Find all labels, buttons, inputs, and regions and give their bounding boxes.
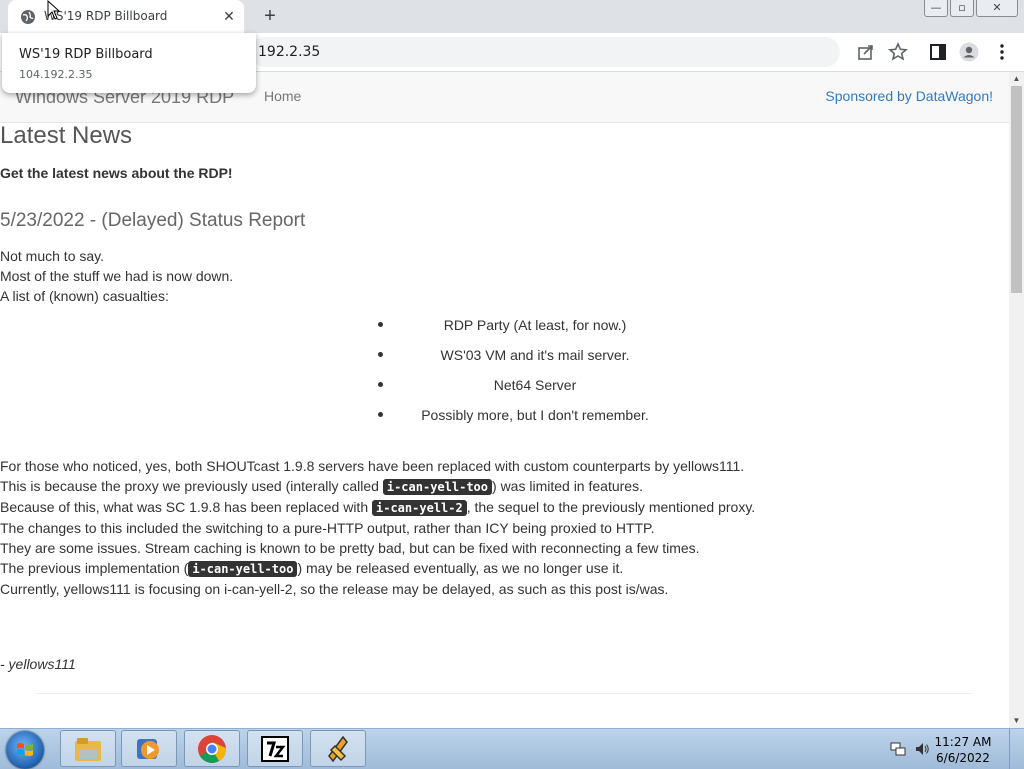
bullet [378, 412, 383, 417]
tab-hover-card: WS'19 RDP Billboard 104.192.2.35 [2, 33, 256, 93]
taskbar-winamp-button[interactable] [310, 730, 366, 767]
bullet [378, 382, 383, 387]
hover-card-title: WS'19 RDP Billboard [19, 47, 153, 62]
show-desktop-button[interactable] [1009, 729, 1024, 769]
more-menu-icon[interactable] [992, 42, 1012, 62]
share-icon[interactable] [856, 42, 876, 62]
profile-avatar-icon[interactable] [959, 42, 979, 62]
side-panel-icon[interactable] [928, 42, 948, 62]
page-heading: Latest News [0, 122, 133, 149]
code-snippet: i-can-yell-too [382, 479, 493, 495]
network-icon[interactable] [890, 741, 906, 757]
taskbar-7zip-button[interactable] [247, 730, 303, 767]
media-player-icon [137, 739, 159, 759]
body-text-span: The previous implementation ( [0, 560, 189, 576]
intro-line: Not much to say. [0, 248, 105, 264]
body-line: This is because the proxy we previously … [0, 476, 1009, 497]
clock-time: 11:27 AM [934, 735, 992, 749]
scroll-up-arrow-icon[interactable]: ▲ [1009, 72, 1024, 86]
body-line: The previous implementation (i-can-yell-… [0, 558, 1009, 579]
tab-title: WS'19 RDP Billboard [44, 9, 168, 23]
mouse-cursor-icon [47, 0, 61, 20]
list-item-text: Possibly more, but I don't remember. [421, 407, 649, 423]
post-intro: Not much to say. Most of the stuff we ha… [0, 246, 1009, 306]
windows-taskbar: 11:27 AM 6/6/2022 [0, 728, 1024, 769]
address-url: 192.2.35 [258, 44, 321, 60]
list-item-text: WS'03 VM and it's mail server. [440, 347, 630, 363]
close-tab-icon[interactable]: ✕ [220, 7, 238, 25]
window-controls: — ▫ ✕ [924, 0, 1018, 18]
post-body: For those who noticed, yes, both SHOUTca… [0, 456, 1009, 599]
scrollbar-thumb[interactable] [1011, 86, 1022, 293]
casualties-list: RDP Party (At least, for now.) WS'03 VM … [370, 316, 670, 436]
windows-logo-icon [17, 743, 33, 756]
explorer-icon [75, 738, 101, 761]
post-signature: - yellows111 [0, 656, 76, 672]
hover-card-url: 104.192.2.35 [19, 68, 93, 81]
list-item-text: RDP Party (At least, for now.) [443, 317, 627, 333]
browser-tab[interactable]: WS'19 RDP Billboard ✕ [8, 0, 244, 33]
bullet [378, 322, 383, 327]
lead-text: Get the latest news about the RDP! [0, 165, 233, 181]
minimize-button[interactable]: — [924, 0, 948, 17]
taskbar-chrome-button[interactable] [184, 730, 240, 767]
list-item: Net64 Server [370, 376, 670, 406]
body-text-span: Because of this, what was SC 1.9.8 has b… [0, 499, 372, 515]
body-text-span: , the sequel to the previously mentioned… [466, 499, 756, 515]
address-bar[interactable]: 192.2.35 [250, 37, 908, 67]
scroll-down-arrow-icon[interactable]: ▼ [1009, 714, 1024, 728]
list-item: Possibly more, but I don't remember. [370, 406, 670, 436]
list-item: WS'03 VM and it's mail server. [370, 346, 670, 376]
divider [35, 693, 973, 694]
post-title: 5/23/2022 - (Delayed) Status Report [0, 210, 306, 231]
new-tab-button[interactable]: + [260, 6, 280, 26]
chrome-icon [198, 735, 227, 763]
body-line: They are some issues. Stream caching is … [0, 540, 700, 556]
taskbar-explorer-button[interactable] [60, 730, 116, 767]
taskbar-clock[interactable]: 11:27 AM 6/6/2022 [928, 734, 998, 766]
taskbar-media-player-button[interactable] [121, 730, 177, 767]
code-snippet: i-can-yell-2 [372, 500, 467, 516]
code-snippet: i-can-yell-too [188, 561, 298, 577]
intro-line: A list of (known) casualties: [0, 288, 169, 304]
body-line: Because of this, what was SC 1.9.8 has b… [0, 497, 1009, 518]
body-text-span: ) was limited in features. [492, 478, 643, 494]
maximize-button[interactable]: ▫ [950, 0, 974, 17]
window-close-button[interactable]: ✕ [976, 0, 1018, 17]
intro-line: Most of the stuff we had is now down. [0, 268, 234, 284]
nav-home-link[interactable]: Home [264, 88, 301, 104]
body-text-span: This is because the proxy we previously … [0, 478, 383, 494]
body-line: Currently, yellows111 is focusing on i-c… [0, 581, 669, 597]
globe-icon [21, 10, 35, 24]
page-scrollbar[interactable]: ▲ ▼ [1009, 72, 1024, 728]
web-page: Windows Server 2019 RDP Home Sponsored b… [0, 72, 1009, 728]
list-item-text: Net64 Server [493, 377, 577, 393]
list-item: RDP Party (At least, for now.) [370, 316, 670, 346]
body-line: The changes to this included the switchi… [0, 520, 655, 536]
tab-strip: WS'19 RDP Billboard ✕ + — ▫ ✕ [0, 0, 1024, 33]
clock-date: 6/6/2022 [936, 751, 990, 765]
start-button[interactable] [6, 731, 44, 769]
bookmark-star-icon[interactable] [888, 42, 908, 62]
winamp-icon [328, 735, 348, 763]
sponsor-link[interactable]: Sponsored by DataWagon! [825, 88, 993, 104]
7zip-icon [261, 736, 289, 762]
bullet [378, 352, 383, 357]
body-text-span: ) may be released eventually, as we no l… [297, 560, 624, 576]
body-line: For those who noticed, yes, both SHOUTca… [0, 458, 745, 474]
